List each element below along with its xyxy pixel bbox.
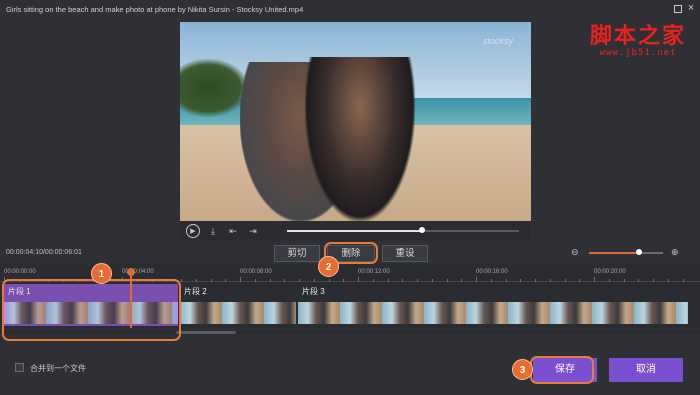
reset-button[interactable]: 重设 (382, 245, 428, 262)
annotation-badge: 3 (512, 359, 533, 380)
playback-progress-knob[interactable] (418, 227, 425, 233)
ruler-tick-label: 00:00:12:00 (358, 269, 390, 275)
ruler-tick-label: 00:00:16:00 (476, 269, 508, 275)
window-title: Girls sitting on the beach and make phot… (6, 5, 304, 14)
watermark-title: 脚本之家 (589, 23, 686, 49)
maximize-icon[interactable] (674, 5, 682, 13)
annotation-highlight-save (530, 356, 594, 384)
merge-checkbox[interactable] (15, 363, 24, 372)
skip-back-icon[interactable]: ⇤ (226, 224, 240, 238)
stock-watermark: stocksy (482, 36, 513, 46)
time-readout: 00:00:04:10/00:00:06:01 (6, 249, 82, 256)
close-icon[interactable]: × (686, 3, 696, 14)
skip-forward-icon[interactable]: ⇥ (246, 224, 260, 238)
clip-thumbnails (298, 302, 688, 324)
playback-progress-fill (287, 230, 422, 232)
player-controls: ▶ ⤓ ⇤ ⇥ (180, 221, 531, 241)
playhead-handle[interactable] (127, 268, 135, 276)
clip-label: 片段 2 (184, 287, 207, 296)
timeline-scrollbar-thumb[interactable] (176, 331, 236, 334)
zoom-slider[interactable] (589, 249, 663, 255)
ruler-tick-label: 00:00:00:00 (4, 269, 36, 275)
preview-person-right (305, 57, 415, 221)
clip-2[interactable]: 片段 2 (180, 284, 296, 326)
ruler-tick-label: 00:00:08:00 (240, 269, 272, 275)
clip-label: 片段 3 (302, 287, 325, 296)
annotation-highlight-clip (2, 279, 181, 341)
annotation-badge: 2 (318, 256, 339, 277)
export-icon[interactable]: ⤓ (206, 224, 220, 238)
zoom-in-icon[interactable]: ⊕ (671, 247, 679, 258)
play-icon[interactable]: ▶ (186, 224, 200, 238)
clip-thumbnails (180, 302, 296, 324)
zoom-out-icon[interactable]: ⊖ (571, 247, 579, 258)
video-preview: stocksy (180, 22, 531, 221)
watermark-url: www.jb51.net (599, 48, 677, 58)
zoom-slider-knob[interactable] (636, 249, 643, 255)
merge-label: 合并到一个文件 (30, 364, 86, 373)
ruler-tick-label: 00:00:20:00 (594, 269, 626, 275)
clip-3[interactable]: 片段 3 (298, 284, 688, 326)
playback-progress[interactable] (287, 227, 519, 233)
cancel-button[interactable]: 取消 (609, 358, 683, 382)
annotation-badge: 1 (91, 263, 112, 284)
site-watermark: 脚本之家 www.jb51.net (590, 18, 686, 58)
cut-button[interactable]: 剪切 (274, 245, 320, 262)
zoom-slider-fill (589, 252, 640, 254)
